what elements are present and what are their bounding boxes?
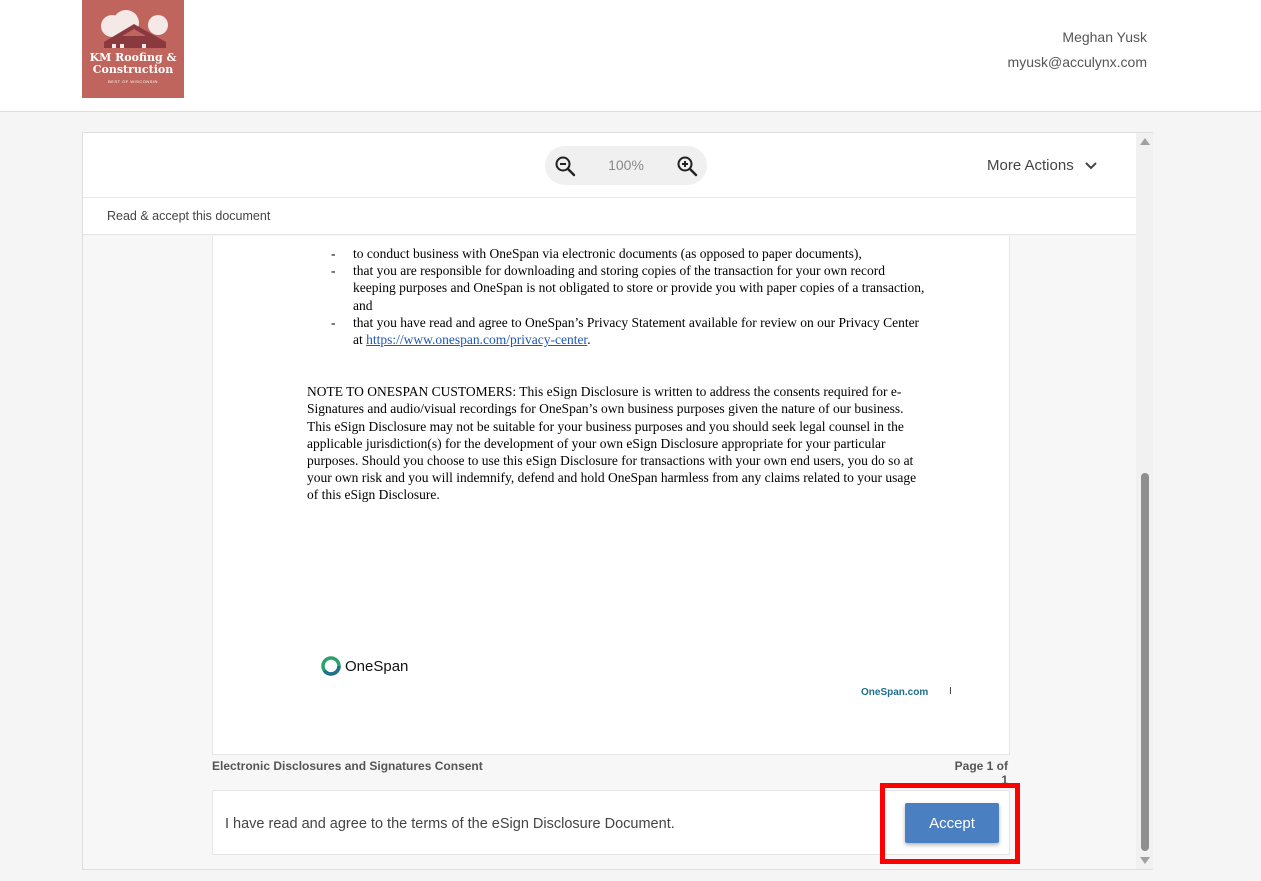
bullet-dash: - (331, 246, 336, 261)
company-logo: KM Roofing & Construction BEST OF WISCON… (82, 0, 184, 98)
onespan-site-footer: OneSpan.com (861, 687, 929, 698)
chevron-down-icon (1085, 161, 1097, 169)
accept-button[interactable]: Accept (905, 803, 999, 843)
more-actions-dropdown[interactable]: More Actions (987, 157, 1098, 174)
document-subbar: Read & accept this document (83, 198, 1136, 235)
onespan-ring-icon (321, 656, 341, 676)
more-actions-label: More Actions (987, 157, 1074, 174)
document-body: - to conduct business with OneSpan via e… (307, 236, 927, 504)
zoom-control: 100% (545, 146, 707, 185)
zoom-out-icon[interactable] (553, 154, 577, 178)
bullet-text: that you are responsible for downloading… (353, 263, 925, 313)
bullet-text: to conduct business with OneSpan via ele… (353, 246, 862, 261)
viewer-toolbar: 100% More Actions (83, 133, 1136, 198)
consent-bullet-list: - to conduct business with OneSpan via e… (307, 245, 927, 348)
scroll-up-arrow-icon[interactable] (1140, 138, 1150, 145)
onespan-logo: OneSpan (321, 656, 408, 676)
accept-statement: I have read and agree to the terms of th… (225, 816, 675, 832)
list-item: - to conduct business with OneSpan via e… (307, 245, 927, 262)
list-item: - that you are responsible for downloadi… (307, 262, 927, 314)
logo-text: KM Roofing & Construction (89, 51, 177, 76)
cut-off-line (307, 236, 927, 245)
list-item: - that you have read and agree to OneSpa… (331, 314, 920, 348)
privacy-center-link[interactable]: https://www.onespan.com/privacy-center (366, 332, 587, 347)
vertical-scrollbar[interactable] (1136, 133, 1153, 869)
zoom-in-icon[interactable] (675, 154, 699, 178)
top-header: KM Roofing & Construction BEST OF WISCON… (0, 0, 1261, 112)
onespan-customer-note: NOTE TO ONESPAN CUSTOMERS: This eSign Di… (307, 384, 917, 503)
onespan-brand-name: OneSpan (345, 657, 409, 675)
zoom-level: 100% (608, 157, 644, 173)
document-title-caption: Electronic Disclosures and Signatures Co… (212, 759, 483, 773)
accept-bar: I have read and agree to the terms of th… (212, 783, 1020, 864)
user-email: myusk@acculynx.com (1007, 54, 1147, 70)
footer-separator: I (949, 686, 952, 697)
scroll-down-arrow-icon[interactable] (1140, 857, 1150, 864)
user-name: Meghan Yusk (1062, 29, 1147, 45)
bullet-dash: - (331, 314, 336, 330)
logo-subtext: BEST OF WISCONSIN (108, 79, 158, 84)
subbar-title: Read & accept this document (107, 209, 271, 223)
scrollbar-thumb[interactable] (1141, 473, 1149, 851)
document-viewer: 100% More Actions Read & accept this doc… (82, 132, 1153, 870)
document-page: - to conduct business with OneSpan via e… (212, 236, 1010, 755)
bullet-dash: - (331, 263, 336, 279)
